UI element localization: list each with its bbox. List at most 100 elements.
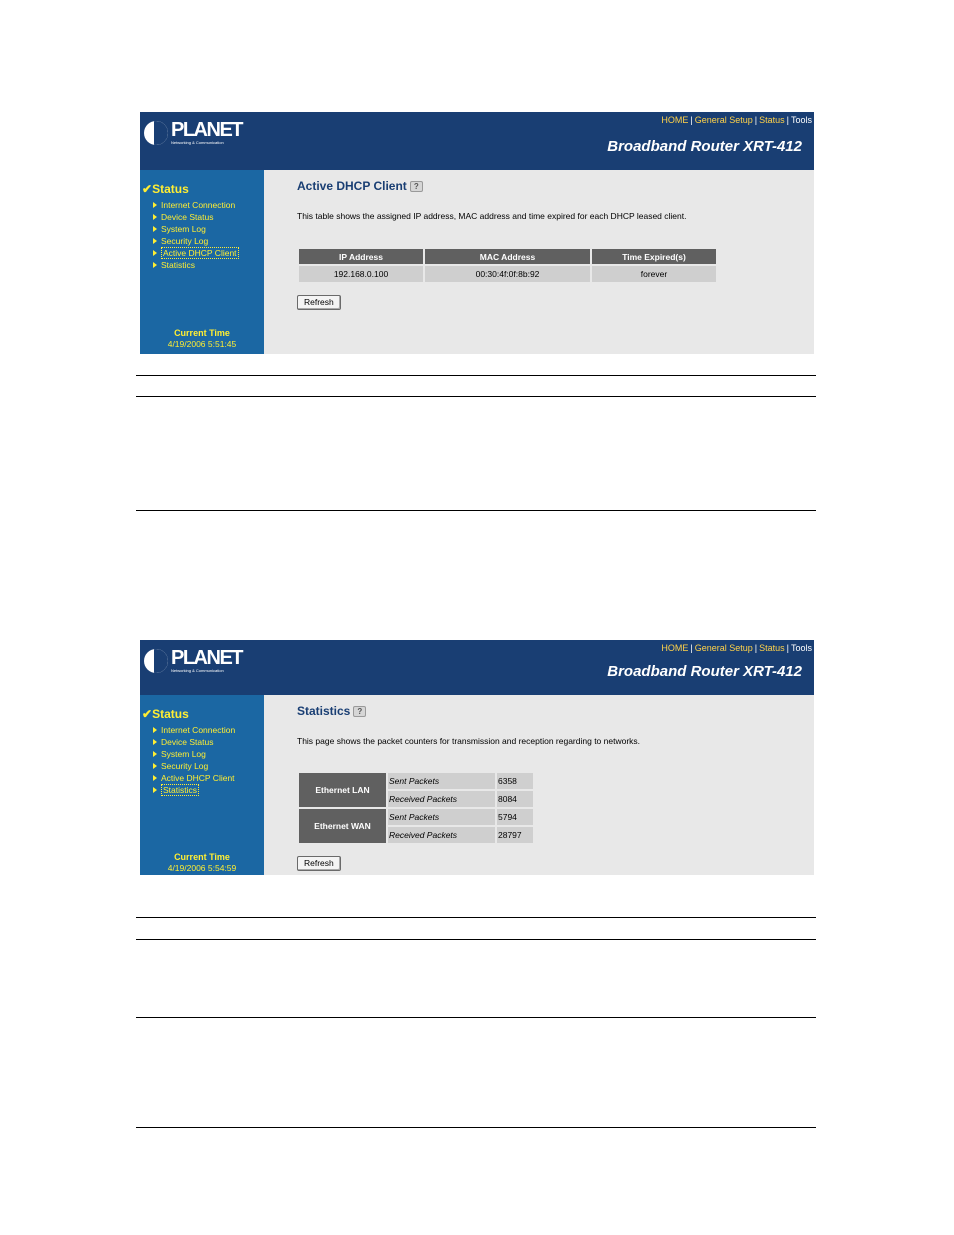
arrow-right-icon <box>153 739 157 745</box>
planet-logo: PLANET Networking & Communication <box>144 119 244 145</box>
current-time-value: 4/19/2006 5:51:45 <box>167 339 237 349</box>
planet-logo-icon <box>144 120 168 145</box>
lan-sent-value: 6358 <box>497 773 533 789</box>
sidebar-title-label: Status <box>152 182 189 196</box>
divider <box>136 375 816 376</box>
sidebar-item-active-dhcp-client[interactable]: Active DHCP Client <box>153 772 235 784</box>
page-description: This page shows the packet counters for … <box>297 736 641 746</box>
current-time-value: 4/19/2006 5:54:59 <box>167 863 237 873</box>
product-name: Broadband Router XRT-412 <box>607 138 802 155</box>
sidebar-item-device-status[interactable]: Device Status <box>153 736 235 748</box>
sidebar: ✔Status Internet Connection Device Statu… <box>140 170 264 354</box>
product-name: Broadband Router XRT-412 <box>607 663 802 680</box>
sidebar-item-statistics[interactable]: Statistics <box>153 784 235 796</box>
sidebar-title[interactable]: ✔Status <box>142 707 189 721</box>
wan-sent-value: 5794 <box>497 809 533 825</box>
wan-received-value: 28797 <box>497 827 533 843</box>
refresh-button[interactable]: Refresh <box>297 856 341 871</box>
statistics-screenshot: PLANET Networking & Communication HOME | G… <box>140 640 814 875</box>
lan-sent-label: Sent Packets <box>388 773 495 789</box>
group-header-lan: Ethernet LAN <box>299 773 386 807</box>
top-nav: HOME | General Setup | Status | Tools <box>661 643 812 653</box>
table-row: Ethernet LAN Sent Packets 6358 <box>299 773 533 807</box>
brand-tagline: Networking & Communication <box>171 668 224 673</box>
arrow-right-icon <box>153 250 157 256</box>
sidebar-item-statistics[interactable]: Statistics <box>153 259 239 271</box>
nav-general-setup-link[interactable]: General Setup <box>695 115 753 125</box>
sidebar-menu: Internet Connection Device Status System… <box>153 724 235 796</box>
column-header-expired: Time Expired(s) <box>592 249 716 264</box>
help-icon[interactable]: ? <box>409 180 423 192</box>
main-content: Statistics ? This page shows the packet … <box>264 695 814 875</box>
arrow-right-icon <box>153 727 157 733</box>
header-bar: PLANET Networking & Communication HOME | G… <box>140 112 814 170</box>
dhcp-client-table: IP Address MAC Address Time Expired(s) 1… <box>297 247 718 284</box>
table-row: Ethernet WAN Sent Packets 5794 <box>299 809 533 843</box>
checkmark-icon: ✔ <box>142 707 153 721</box>
statistics-table: Ethernet LAN Sent Packets 6358 Received … <box>297 771 535 845</box>
sidebar-item-system-log[interactable]: System Log <box>153 748 235 760</box>
sidebar-item-device-status[interactable]: Device Status <box>153 211 239 223</box>
nav-status-link[interactable]: Status <box>759 643 785 653</box>
arrow-right-icon <box>153 751 157 757</box>
page-title-text: Active DHCP Client <box>297 179 407 193</box>
divider <box>136 396 816 397</box>
top-nav: HOME | General Setup | Status | Tools <box>661 115 812 125</box>
checkmark-icon: ✔ <box>142 182 153 196</box>
page-description: This table shows the assigned IP address… <box>297 211 687 221</box>
divider <box>136 917 816 918</box>
arrow-right-icon <box>153 214 157 220</box>
nav-general-setup-link[interactable]: General Setup <box>695 643 753 653</box>
planet-logo-icon <box>144 648 168 673</box>
refresh-button[interactable]: Refresh <box>297 295 341 310</box>
arrow-right-icon <box>153 202 157 208</box>
column-header-ip: IP Address <box>299 249 423 264</box>
wan-received-label: Received Packets <box>388 827 495 843</box>
help-icon[interactable]: ? <box>353 705 367 717</box>
current-time-label: Current Time <box>174 328 230 338</box>
sidebar: ✔Status Internet Connection Device Statu… <box>140 695 264 875</box>
sidebar-item-internet-connection[interactable]: Internet Connection <box>153 199 239 211</box>
brand-name: PLANET <box>171 647 244 669</box>
nav-status-link[interactable]: Status <box>759 115 785 125</box>
sidebar-item-active-dhcp-client[interactable]: Active DHCP Client <box>153 247 239 259</box>
brand-name: PLANET <box>171 119 244 141</box>
sidebar-item-internet-connection[interactable]: Internet Connection <box>153 724 235 736</box>
dhcp-client-screenshot: PLANET Networking & Communication HOME | G… <box>140 112 814 354</box>
divider <box>136 510 816 511</box>
sidebar-item-security-log[interactable]: Security Log <box>153 760 235 772</box>
wan-sent-label: Sent Packets <box>388 809 495 825</box>
arrow-right-icon <box>153 238 157 244</box>
arrow-right-icon <box>153 787 157 793</box>
cell-ip: 192.168.0.100 <box>299 266 423 282</box>
page-title: Active DHCP Client ? <box>297 179 423 193</box>
planet-logo: PLANET Networking & Communication <box>144 647 244 673</box>
sidebar-menu: Internet Connection Device Status System… <box>153 199 239 271</box>
nav-tools-link[interactable]: Tools <box>791 643 812 653</box>
page-title-text: Statistics <box>297 704 351 718</box>
sidebar-title[interactable]: ✔Status <box>142 182 189 196</box>
nav-home-link[interactable]: HOME <box>661 643 688 653</box>
current-time-label: Current Time <box>174 852 230 862</box>
column-header-mac: MAC Address <box>425 249 590 264</box>
arrow-right-icon <box>153 775 157 781</box>
sidebar-title-label: Status <box>152 707 189 721</box>
brand-tagline: Networking & Communication <box>171 140 224 145</box>
table-row: 192.168.0.100 00:30:4f:0f:8b:92 forever <box>299 266 716 282</box>
page-title: Statistics ? <box>297 704 367 718</box>
arrow-right-icon <box>153 226 157 232</box>
lan-received-label: Received Packets <box>388 791 495 807</box>
header-bar: PLANET Networking & Communication HOME | G… <box>140 640 814 695</box>
divider <box>136 1017 816 1018</box>
sidebar-item-system-log[interactable]: System Log <box>153 223 239 235</box>
main-content: Active DHCP Client ? This table shows th… <box>264 170 814 354</box>
group-header-wan: Ethernet WAN <box>299 809 386 843</box>
arrow-right-icon <box>153 262 157 268</box>
nav-tools-link[interactable]: Tools <box>791 115 812 125</box>
sidebar-item-security-log[interactable]: Security Log <box>153 235 239 247</box>
cell-expired: forever <box>592 266 716 282</box>
divider <box>136 1127 816 1128</box>
lan-received-value: 8084 <box>497 791 533 807</box>
arrow-right-icon <box>153 763 157 769</box>
nav-home-link[interactable]: HOME <box>661 115 688 125</box>
